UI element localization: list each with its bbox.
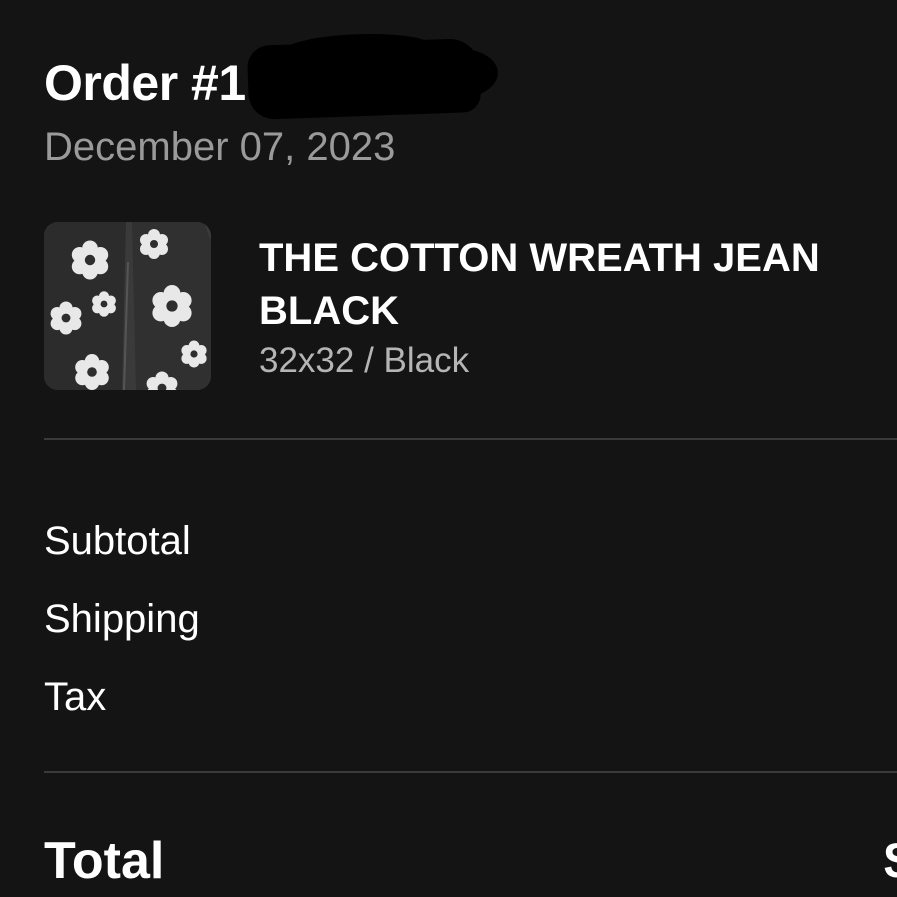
- divider: [44, 438, 897, 440]
- jeans-product-image: [44, 222, 211, 390]
- total-label: Total: [44, 832, 165, 890]
- shipping-label: Shipping: [44, 597, 200, 641]
- total-value: $: [884, 830, 897, 892]
- product-name[interactable]: THE COTTON WREATH JEAN BLACK: [259, 232, 879, 338]
- order-detail-screen: Order #1 December 07, 2023 THE COTTON WR…: [0, 0, 897, 897]
- divider: [44, 771, 897, 773]
- redaction-mark: [246, 37, 482, 121]
- product-thumbnail[interactable]: [44, 222, 211, 390]
- tax-label: Tax: [44, 675, 107, 719]
- order-number-title: Order #1: [44, 55, 246, 111]
- order-date: December 07, 2023: [44, 125, 396, 169]
- product-variant: 32x32 / Black: [259, 341, 470, 380]
- subtotal-label: Subtotal: [44, 519, 191, 563]
